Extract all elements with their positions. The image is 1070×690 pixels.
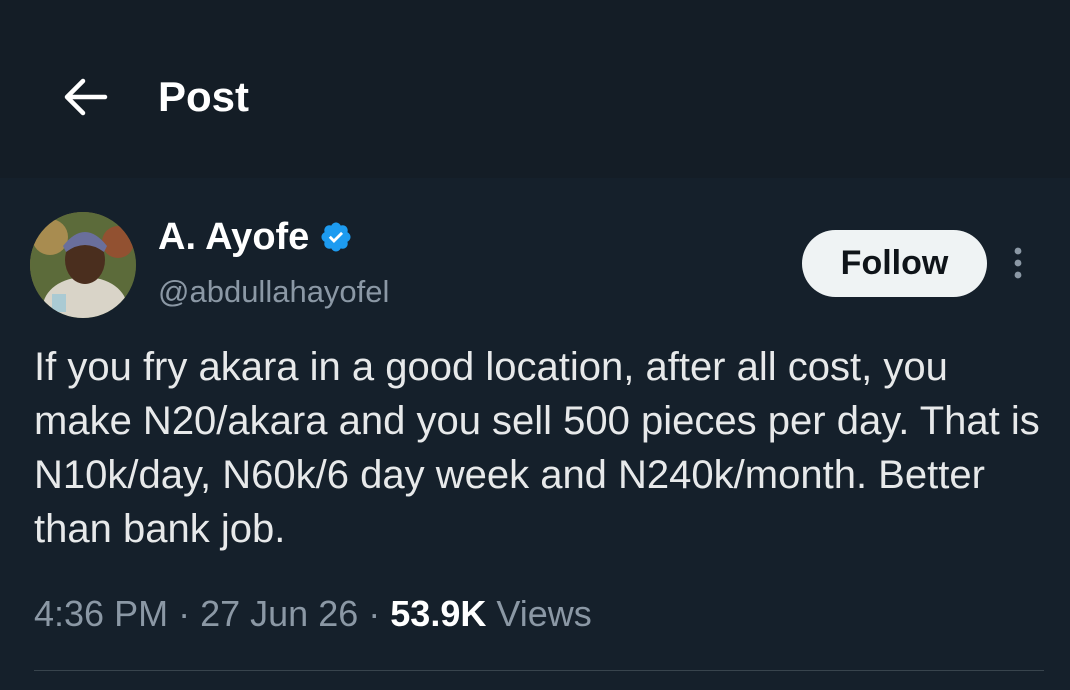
top-bar: Post xyxy=(0,0,1070,178)
author-name-row[interactable]: A. Ayofe xyxy=(158,214,353,260)
divider xyxy=(34,670,1044,671)
avatar[interactable] xyxy=(30,212,136,318)
meta-separator: · xyxy=(368,593,381,634)
more-vertical-icon xyxy=(1014,247,1022,279)
author-handle[interactable]: @abdullahayofel xyxy=(158,272,389,312)
post-meta: 4:36 PM · 27 Jun 26 · 53.9K Views xyxy=(34,590,592,638)
views-count[interactable]: 53.9K xyxy=(390,593,486,634)
post-date[interactable]: 27 Jun 26 xyxy=(200,593,358,634)
verified-badge-icon xyxy=(321,222,351,252)
post-text: If you fry akara in a good location, aft… xyxy=(34,345,1040,551)
page-title: Post xyxy=(158,73,250,120)
views-label[interactable]: Views xyxy=(496,593,591,634)
follow-button[interactable]: Follow xyxy=(802,230,987,297)
meta-separator: · xyxy=(178,593,191,634)
more-options-button[interactable] xyxy=(1000,240,1036,286)
post-time[interactable]: 4:36 PM xyxy=(34,593,168,634)
avatar-image xyxy=(30,212,136,318)
back-button[interactable] xyxy=(52,72,118,122)
arrow-left-icon xyxy=(64,78,108,116)
author-display-name[interactable]: A. Ayofe xyxy=(158,214,309,260)
